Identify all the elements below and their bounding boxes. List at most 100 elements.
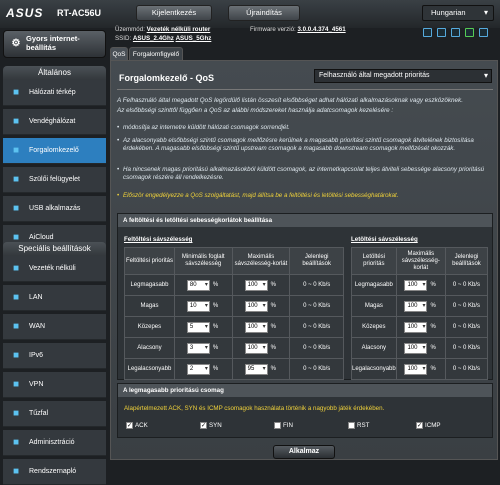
sidebar-item-system-log[interactable]: ■ Rendszernapló <box>3 459 106 485</box>
sidebar-item-label: AiCloud <box>29 234 54 241</box>
download-title: Letöltési sávszélesség <box>351 236 418 243</box>
ssid-5-link[interactable]: ASUS_5Ghz <box>176 35 212 42</box>
download-row: Magas100 %0 ~ 0 Kb/s <box>351 295 489 317</box>
max-bandwidth-select[interactable]: 95 <box>244 363 268 375</box>
checkbox-box[interactable] <box>348 422 355 429</box>
sidebar-item-label: Hálózati térkép <box>29 89 76 96</box>
sidebar-item-guest-network[interactable]: ■ Vendéghálózat <box>3 109 106 135</box>
download-max-select[interactable]: 100 <box>404 342 428 354</box>
mode-label: Üzemmód: <box>115 26 145 33</box>
max-bandwidth-select[interactable]: 100 <box>244 279 268 291</box>
reboot-button[interactable]: Újraindítás <box>228 5 300 21</box>
sidebar-item-wan[interactable]: ■ WAN <box>3 314 106 340</box>
up-col-priority: Feltöltési prioritás <box>124 247 175 275</box>
up-max-cell: 100 % <box>231 337 291 359</box>
sidebar-item-usb-app[interactable]: ■ USB alkalmazás <box>3 196 106 222</box>
checkbox-box[interactable] <box>274 422 281 429</box>
checkbox-rst[interactable]: RST <box>348 422 369 429</box>
down-priority-name: Közepes <box>351 316 397 338</box>
mode-value-link[interactable]: Vezeték nélküli router <box>147 26 211 33</box>
sidebar-item-label: IPv6 <box>29 352 44 359</box>
min-bandwidth-select[interactable]: 80 <box>186 279 210 291</box>
firmware-link[interactable]: 3.0.0.4.374_4561 <box>297 26 345 33</box>
up-priority-name: Legmagasabb <box>124 274 175 296</box>
sidebar-item-administration[interactable]: ■ Adminisztráció <box>3 430 106 456</box>
model-name: RT-AC56U <box>57 8 102 18</box>
upload-row: Legmagasabb80 %100 %0 ~ 0 Kb/s <box>124 274 344 296</box>
download-max-select[interactable]: 100 <box>404 363 428 375</box>
download-max-select[interactable]: 100 <box>404 300 428 312</box>
sidebar-item-wireless[interactable]: ■ Vezeték nélküli <box>3 256 106 282</box>
checkbox-icmp[interactable]: ✓ ICMP <box>416 422 440 429</box>
up-max-cell: 95 % <box>231 358 291 380</box>
tab-traffic-monitor[interactable]: Forgalomfigyelő <box>129 47 183 61</box>
down-priority-name: Legalacsonyabb <box>351 358 397 380</box>
percent-label: % <box>212 282 219 288</box>
sidebar-item-vpn[interactable]: ■ VPN <box>3 372 106 398</box>
logout-button[interactable]: Kijelentkezés <box>136 5 212 21</box>
language-select[interactable]: Hungarian <box>422 5 494 21</box>
percent-label: % <box>430 324 436 330</box>
sidebar-item-label: Vezeték nélküli <box>29 265 76 272</box>
max-bandwidth-select[interactable]: 100 <box>244 300 268 312</box>
printer-status-icon[interactable] <box>451 28 460 37</box>
upload-title: Feltöltési sávszélesség <box>124 236 193 243</box>
min-bandwidth-select[interactable]: 5 <box>186 321 210 333</box>
sidebar-item-label: Tűzfal <box>29 410 49 417</box>
checkbox-syn[interactable]: ✓ SYN <box>200 422 222 429</box>
checkbox-ack[interactable]: ✓ ACK <box>126 422 148 429</box>
sidebar-item-firewall[interactable]: ■ Tűzfal <box>3 401 106 427</box>
sidebar-item-traffic-manager[interactable]: ■ Forgalomkezelő <box>3 138 106 164</box>
apply-button[interactable]: Alkalmaz <box>273 445 335 459</box>
checkbox-label: ICMP <box>425 422 441 430</box>
ssid-24-link[interactable]: ASUS_2.4Ghz <box>133 35 174 42</box>
up-col-min: Minimális foglalt sávszélesség <box>173 247 233 275</box>
percent-label: % <box>430 366 436 372</box>
bandwidth-group: A feltöltési és letöltési sebességkorlát… <box>117 213 493 380</box>
usb-status-icon[interactable] <box>437 28 446 37</box>
download-max-select[interactable]: 100 <box>404 321 428 333</box>
percent-label: % <box>430 282 436 288</box>
wan-icon: ■ <box>12 321 20 332</box>
sidebar-item-parental-control[interactable]: ■ Szülői felügyelet <box>3 167 106 193</box>
down-current: 0 ~ 0 Kb/s <box>444 316 489 338</box>
down-max-cell: 100 % <box>395 337 446 359</box>
qos-mode-select[interactable]: Felhasználó által megadott prioritás <box>314 69 492 83</box>
checkbox-box[interactable]: ✓ <box>416 422 423 429</box>
percent-label: % <box>430 303 436 309</box>
download-table: Letöltési prioritás Maximális sávszéless… <box>351 247 489 380</box>
page-title: Forgalomkezelő - QoS <box>119 73 215 83</box>
tab-qos[interactable]: QoS <box>110 47 128 61</box>
min-bandwidth-select[interactable]: 2 <box>186 363 210 375</box>
min-bandwidth-select[interactable]: 10 <box>186 300 210 312</box>
up-priority-name: Közepes <box>124 316 175 338</box>
sidebar-item-ipv6[interactable]: ■ IPv6 <box>3 343 106 369</box>
download-max-select[interactable]: 100 <box>404 279 428 291</box>
checkbox-fin[interactable]: FIN <box>274 422 293 429</box>
down-priority-name: Alacsony <box>351 337 397 359</box>
percent-label: % <box>270 366 276 372</box>
down-col-max: Maximális sávszélesség-korlát <box>395 247 446 275</box>
sidebar-item-network-map[interactable]: ■ Hálózati térkép <box>3 80 106 106</box>
priority-packet-title: A legmagasabb prioritású csomag <box>118 384 492 397</box>
usb-device-icon[interactable] <box>465 28 474 37</box>
internet-status-icon[interactable] <box>423 28 432 37</box>
down-col-current: Jelenlegi beállítások <box>444 247 489 275</box>
app-status-icon[interactable] <box>479 28 488 37</box>
sidebar-item-lan[interactable]: ■ LAN <box>3 285 106 311</box>
main-panel: Forgalomkezelő - QoS Felhasználó által m… <box>110 60 498 460</box>
upload-row: Alacsony3 %100 %0 ~ 0 Kb/s <box>124 337 344 359</box>
download-row: Közepes 100 % 0 ~ 0 Kb/s <box>351 316 489 338</box>
up-current: 0 ~ 0 Kb/s <box>289 316 344 338</box>
checkbox-box[interactable]: ✓ <box>126 422 133 429</box>
max-bandwidth-select[interactable]: 100 <box>244 342 268 354</box>
max-bandwidth-select[interactable]: 100 <box>244 321 268 333</box>
min-bandwidth-select[interactable]: 3 <box>186 342 210 354</box>
checkbox-label: RST <box>357 422 370 430</box>
checkbox-box[interactable]: ✓ <box>200 422 207 429</box>
sidebar-item-label: Vendéghálózat <box>29 118 76 125</box>
percent-label: % <box>270 345 276 351</box>
quick-internet-setup-button[interactable]: ⚙ Gyors internet-beállítás <box>3 30 106 58</box>
percent-label: % <box>270 282 276 288</box>
up-min-cell: 10 % <box>173 295 233 317</box>
